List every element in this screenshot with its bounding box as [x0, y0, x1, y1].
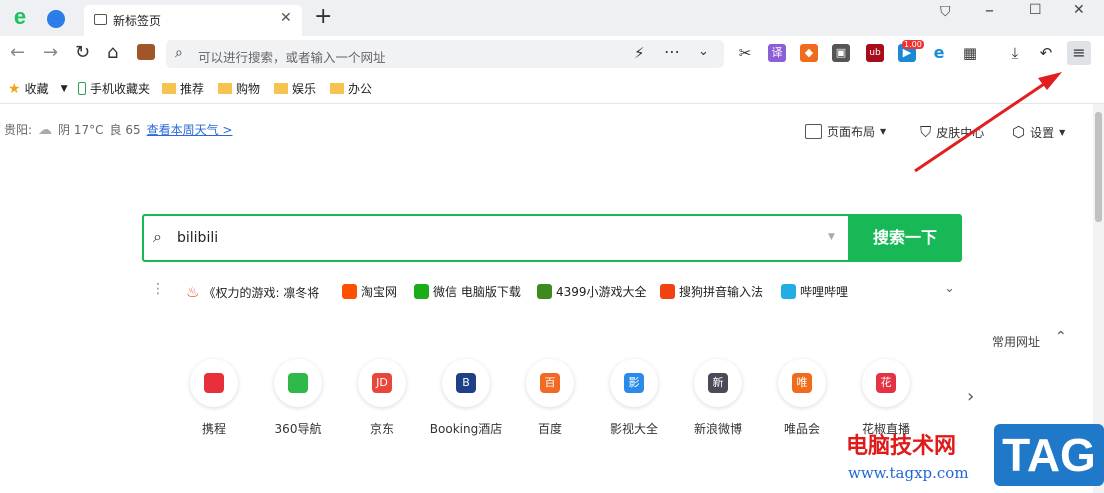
site-label: 京东 — [369, 422, 394, 436]
site-tile[interactable]: B Booking酒店 — [426, 359, 506, 437]
site-logo-icon: 新 — [708, 373, 728, 393]
search-engine-caret-icon[interactable]: ▼ — [828, 232, 835, 242]
scrollbar-thumb[interactable] — [1095, 112, 1102, 222]
hot-link[interactable]: 哔哩哔哩 — [781, 283, 848, 300]
site-logo-icon: 百 — [540, 373, 560, 393]
site-tile[interactable]: 花花椒直播 — [846, 359, 926, 437]
wechat-icon — [414, 284, 429, 299]
hot-link[interactable]: 淘宝网 — [342, 283, 397, 300]
search-icon: ⌕ — [153, 227, 162, 246]
site-logo-icon — [204, 373, 224, 393]
bilibili-icon — [781, 284, 796, 299]
site-tile[interactable]: 百百度 — [510, 359, 590, 437]
site-icon: JD — [358, 359, 406, 407]
search-button[interactable]: 搜索一下 — [848, 214, 962, 262]
hot-link[interactable]: 搜狗拼音输入法 — [660, 283, 763, 300]
collapse-sites-icon[interactable]: ⌃ — [1055, 329, 1067, 345]
site-tile[interactable]: 携程 — [174, 359, 254, 437]
expand-hot-links-icon[interactable]: ⌄ — [944, 281, 955, 296]
site-icon: 新 — [694, 359, 742, 407]
site-label: 新浪微博 — [693, 422, 742, 436]
site-tile[interactable]: 唯唯品会 — [762, 359, 842, 437]
site-logo-icon: 花 — [876, 373, 896, 393]
next-sites-icon[interactable]: › — [967, 386, 974, 407]
site-logo-icon: B — [456, 373, 476, 393]
sogou-icon — [660, 284, 675, 299]
search-value: bilibili — [177, 230, 219, 246]
taobao-icon — [342, 284, 357, 299]
site-tile[interactable]: 影影视大全 — [594, 359, 674, 437]
site-icon — [190, 359, 238, 407]
site-logo-icon: 影 — [624, 373, 644, 393]
4399-icon — [537, 284, 552, 299]
site-icon: 百 — [526, 359, 574, 407]
hot-links-more-icon[interactable]: ⋮ — [151, 281, 165, 297]
site-label: 唯品会 — [783, 422, 820, 436]
site-label: 百度 — [537, 422, 562, 436]
hot-link[interactable]: 微信 电脑版下载 — [414, 283, 521, 300]
sites-title: 常用网址 — [992, 335, 1041, 349]
site-tile[interactable]: JD 京东 — [342, 359, 422, 437]
watermark-text: 电脑技术网 — [846, 434, 957, 459]
site-logo-icon: 唯 — [792, 373, 812, 393]
site-label: 360导航 — [274, 422, 322, 436]
site-icon — [274, 359, 322, 407]
site-icon: 唯 — [778, 359, 826, 407]
site-label: 影视大全 — [609, 422, 658, 436]
site-tile[interactable]: 360导航 — [258, 359, 338, 437]
watermark-tag: TAG — [994, 424, 1104, 486]
site-tile[interactable]: 新新浪微博 — [678, 359, 758, 437]
watermark-url: www.tagxp.com — [848, 464, 969, 482]
site-logo-icon: JD — [372, 373, 392, 393]
search-input[interactable]: ⌕ bilibili ▼ — [142, 214, 850, 262]
site-icon: 花 — [862, 359, 910, 407]
site-logo-icon — [288, 373, 308, 393]
hot-link[interactable]: ♨ 《权力的游戏: 凛冬将 — [186, 283, 319, 301]
site-icon: B — [442, 359, 490, 407]
site-icon: 影 — [610, 359, 658, 407]
hot-link[interactable]: 4399小游戏大全 — [537, 283, 647, 300]
site-label: 携程 — [201, 422, 226, 436]
fire-icon: ♨ — [186, 283, 200, 301]
site-label: Booking酒店 — [429, 422, 503, 436]
